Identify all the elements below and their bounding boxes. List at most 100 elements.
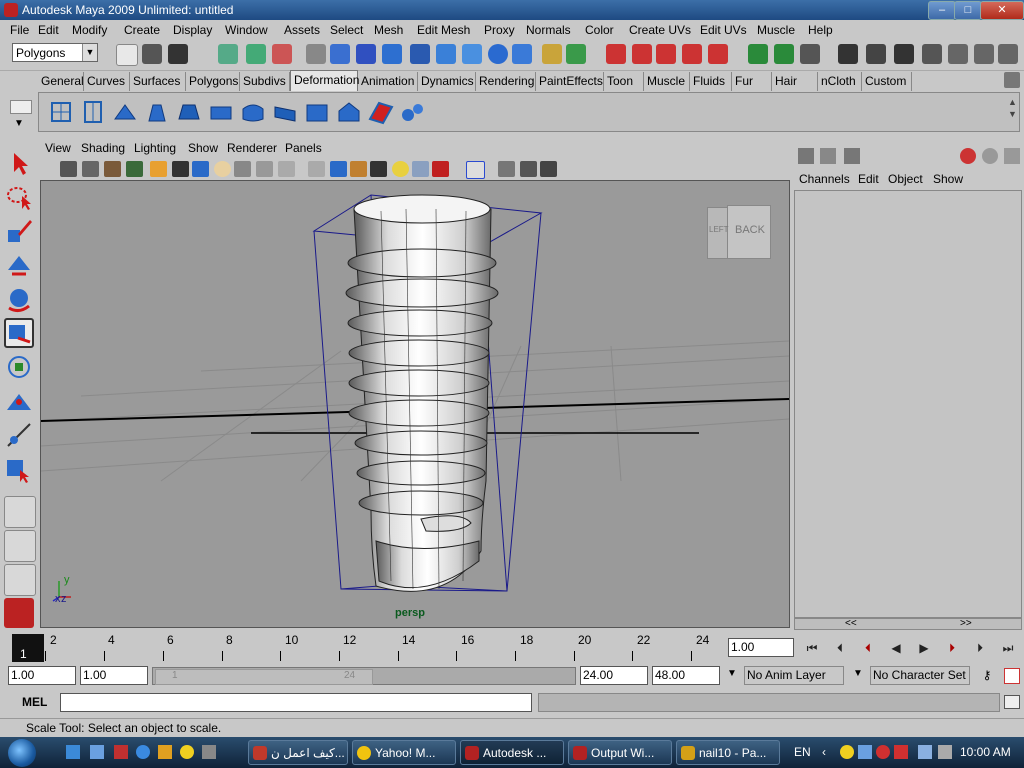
shelf-tab-ncloth[interactable]: nCloth bbox=[818, 72, 862, 91]
panel-menu-show[interactable]: Show bbox=[188, 141, 218, 155]
tray-messenger-icon[interactable] bbox=[840, 745, 854, 759]
minimize-button[interactable]: – bbox=[928, 1, 956, 20]
panel-menu-shading[interactable]: Shading bbox=[81, 141, 125, 155]
menu-window[interactable]: Window bbox=[225, 23, 268, 37]
quicklaunch-app-icon[interactable] bbox=[114, 745, 128, 759]
start-time-field[interactable]: 1.00 bbox=[8, 666, 76, 685]
step-forward-key-button[interactable]: ⏵ bbox=[940, 638, 964, 658]
channel-box-view-icon[interactable] bbox=[798, 148, 814, 164]
render-globals-icon[interactable] bbox=[922, 44, 942, 64]
tray-warning-icon[interactable] bbox=[894, 745, 908, 759]
shadows-icon[interactable] bbox=[392, 161, 409, 177]
backface-culling-icon[interactable] bbox=[520, 161, 537, 177]
panel-menu-view[interactable]: View bbox=[45, 141, 71, 155]
bend-deformer-icon[interactable] bbox=[143, 97, 171, 127]
step-forward-frame-button[interactable]: ⏵ bbox=[968, 638, 992, 658]
shelf-options[interactable]: ▼ bbox=[10, 96, 32, 132]
mask-deformations-icon[interactable] bbox=[436, 44, 456, 64]
lasso-tool-icon[interactable] bbox=[4, 182, 34, 212]
xray-icon[interactable] bbox=[412, 161, 429, 177]
camera-attributes-icon[interactable] bbox=[82, 161, 99, 177]
scroll-right-button[interactable]: >> bbox=[960, 618, 972, 629]
menu-display[interactable]: Display bbox=[173, 23, 212, 37]
textured-icon[interactable] bbox=[350, 161, 367, 177]
language-indicator[interactable]: EN bbox=[794, 745, 811, 759]
chevron-down-icon[interactable]: ▼ bbox=[14, 118, 24, 129]
play-forwards-button[interactable]: ▶ bbox=[912, 638, 936, 658]
cb-menu-object[interactable]: Object bbox=[888, 172, 923, 186]
select-object-icon[interactable] bbox=[246, 44, 266, 64]
layer-editor-view-icon[interactable] bbox=[820, 148, 836, 164]
wire-deformer-icon[interactable] bbox=[367, 97, 395, 127]
save-scene-icon[interactable] bbox=[168, 44, 188, 64]
show-desktop-icon[interactable] bbox=[66, 745, 80, 759]
twist-deformer-icon[interactable] bbox=[271, 97, 299, 127]
menu-modify[interactable]: Modify bbox=[72, 23, 107, 37]
scroll-left-button[interactable]: << bbox=[845, 618, 857, 629]
media-player-icon[interactable] bbox=[158, 745, 172, 759]
panel-menu-lighting[interactable]: Lighting bbox=[134, 141, 176, 155]
bookmark-icon[interactable] bbox=[104, 161, 121, 177]
safe-title-icon[interactable] bbox=[278, 161, 295, 177]
messenger-icon[interactable] bbox=[180, 745, 194, 759]
menu-proxy[interactable]: Proxy bbox=[484, 23, 515, 37]
shelf-tab-curves[interactable]: Curves bbox=[84, 72, 130, 91]
clock[interactable]: 10:00 AM bbox=[960, 745, 1011, 759]
menu-select[interactable]: Select bbox=[330, 23, 363, 37]
tool-settings-toggle-icon[interactable] bbox=[974, 44, 994, 64]
current-frame-marker[interactable]: 1 bbox=[12, 634, 44, 662]
trash-icon[interactable] bbox=[1004, 72, 1020, 88]
mask-rendering-icon[interactable] bbox=[488, 44, 508, 64]
viewport-scene[interactable] bbox=[41, 181, 789, 627]
shelf-tab-polygons[interactable]: Polygons bbox=[186, 72, 240, 91]
open-scene-icon[interactable] bbox=[142, 44, 162, 64]
shelf-tab-hair[interactable]: Hair bbox=[772, 72, 818, 91]
cb-menu-edit[interactable]: Edit bbox=[858, 172, 879, 186]
single-perspective-layout-icon[interactable] bbox=[4, 496, 36, 528]
grid-toggle-icon[interactable] bbox=[150, 161, 167, 177]
task-button-yahoo[interactable]: Yahoo! M... bbox=[352, 740, 456, 765]
cb-menu-channels[interactable]: Channels bbox=[799, 172, 850, 186]
safe-action-icon[interactable] bbox=[256, 161, 273, 177]
current-time-field[interactable]: 1.00 bbox=[728, 638, 794, 657]
switch-windows-icon[interactable] bbox=[90, 745, 104, 759]
menu-set-selector[interactable]: Polygons ▼ bbox=[12, 43, 98, 62]
attribute-editor-icon[interactable] bbox=[960, 148, 976, 164]
command-language-label[interactable]: MEL bbox=[22, 695, 47, 709]
channel-box-icon[interactable] bbox=[1004, 148, 1020, 164]
panel-menu-renderer[interactable]: Renderer bbox=[227, 141, 277, 155]
start-button[interactable] bbox=[8, 739, 36, 767]
mask-handles-icon[interactable] bbox=[330, 44, 350, 64]
mask-curves-icon[interactable] bbox=[382, 44, 402, 64]
field-chart-icon[interactable] bbox=[234, 161, 251, 177]
ipr-render-icon[interactable] bbox=[894, 44, 914, 64]
snap-point-icon[interactable] bbox=[656, 44, 676, 64]
persp-outliner-layout-icon[interactable] bbox=[4, 564, 36, 596]
resolution-gate-icon[interactable] bbox=[192, 161, 209, 177]
shelf-tab-custom[interactable]: Custom bbox=[862, 72, 912, 91]
soft-mod-icon[interactable] bbox=[111, 97, 139, 127]
shelf-tab-fur[interactable]: Fur bbox=[732, 72, 772, 91]
menu-edit-uvs[interactable]: Edit UVs bbox=[700, 23, 747, 37]
animation-preferences-icon[interactable] bbox=[1004, 668, 1020, 684]
shelf-tab-painteffects[interactable]: PaintEffects bbox=[536, 72, 604, 91]
input-ops-icon[interactable] bbox=[748, 44, 768, 64]
move-tool-icon[interactable] bbox=[4, 250, 34, 280]
smooth-wireframe-icon[interactable] bbox=[540, 161, 557, 177]
render-current-frame-icon[interactable] bbox=[866, 44, 886, 64]
scale-tool-icon[interactable] bbox=[4, 318, 34, 348]
channel-box-toggle-icon[interactable] bbox=[998, 44, 1018, 64]
shelf-tab-deformation[interactable]: Deformation bbox=[290, 70, 359, 91]
menu-normals[interactable]: Normals bbox=[526, 23, 571, 37]
shelf-tab-subdivs[interactable]: Subdivs bbox=[240, 72, 290, 91]
camera-icon[interactable] bbox=[60, 161, 77, 177]
menu-edit[interactable]: Edit bbox=[38, 23, 59, 37]
paint-select-tool-icon[interactable] bbox=[4, 216, 34, 246]
tray-security-icon[interactable] bbox=[876, 745, 890, 759]
snap-grid-icon[interactable] bbox=[606, 44, 626, 64]
image-plane-icon[interactable] bbox=[126, 161, 143, 177]
step-back-key-button[interactable]: ⏴ bbox=[856, 638, 880, 658]
snap-view-plane-icon[interactable] bbox=[682, 44, 702, 64]
tray-network-icon[interactable] bbox=[918, 745, 932, 759]
character-set-field[interactable]: No Character Set bbox=[870, 666, 970, 685]
